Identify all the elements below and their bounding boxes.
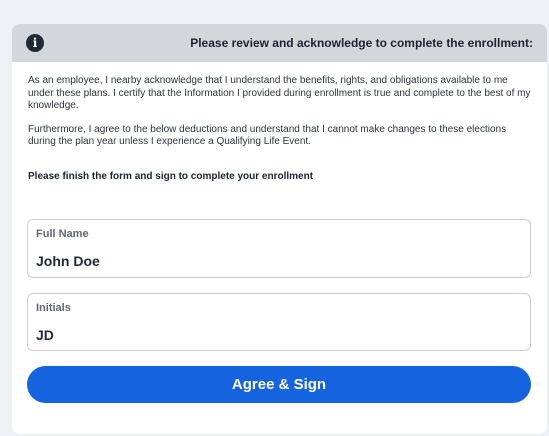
full-name-field[interactable]: Full Name John Doe xyxy=(27,219,531,278)
agree-sign-button[interactable]: Agree & Sign xyxy=(27,366,531,403)
initials-field[interactable]: Initials JD xyxy=(27,293,531,351)
full-name-label: Full Name xyxy=(36,228,89,240)
deductions-paragraph: Furthermore, I agree to the below deduct… xyxy=(28,123,507,148)
header-title: Please review and acknowledge to complet… xyxy=(190,36,533,50)
full-name-value[interactable]: John Doe xyxy=(36,253,100,269)
sign-instruction: Please finish the form and sign to compl… xyxy=(28,170,314,182)
initials-label: Initials xyxy=(36,302,71,314)
enrollment-acknowledgement-card: i Please review and acknowledge to compl… xyxy=(12,24,547,434)
initials-value[interactable]: JD xyxy=(36,327,54,343)
card-header: i Please review and acknowledge to compl… xyxy=(12,24,547,62)
acknowledgement-paragraph: As an employee, I nearby acknowledge tha… xyxy=(28,75,531,111)
info-icon: i xyxy=(26,34,44,52)
card-body: As an employee, I nearby acknowledge tha… xyxy=(12,62,547,182)
